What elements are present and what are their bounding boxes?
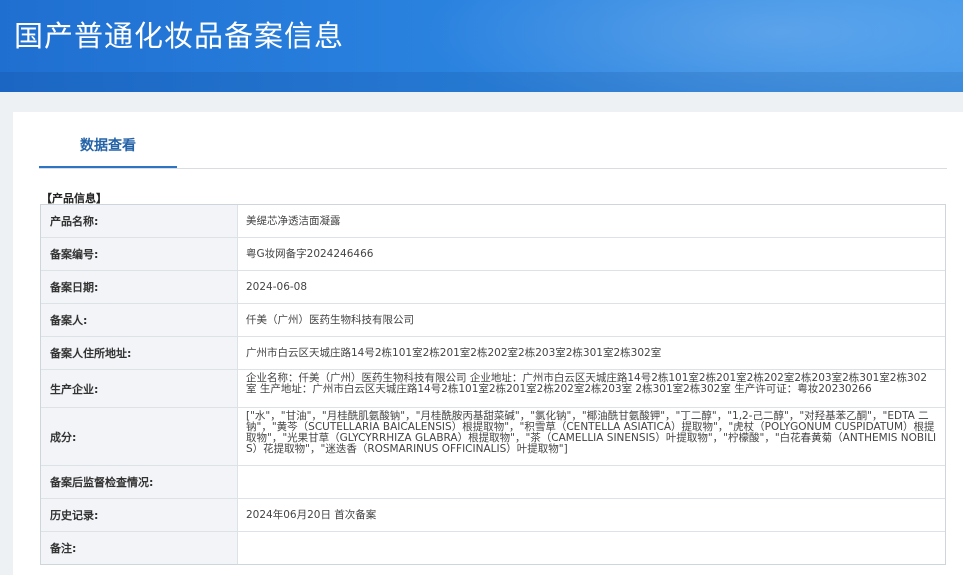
page-header: 国产普通化妆品备案信息 — [0, 0, 963, 92]
field-value-filing-date: 2024-06-08 — [246, 280, 308, 293]
field-value-history: 2024年06月20日 首次备案 — [246, 508, 377, 521]
table-row-filer: 备案人: 仟美（广州）医药生物科技有限公司 — [41, 304, 945, 337]
field-value-filer: 仟美（广州）医药生物科技有限公司 — [246, 313, 414, 326]
field-label: 备案人住所地址: — [41, 337, 238, 369]
tab-divider — [39, 168, 947, 169]
field-label: 备案编号: — [41, 238, 238, 270]
field-label: 生产企业: — [41, 370, 238, 407]
content-panel: 数据查看 【产品信息】 产品名称: 美缇芯净透洁面凝露 备案编号: 粤G妆网备字… — [13, 112, 963, 575]
field-value-filing-number: 粤G妆网备字2024246466 — [246, 247, 374, 260]
field-label: 备案人: — [41, 304, 238, 336]
field-value-ingredients: ["水"，"甘油"，"月桂酰肌氨酸钠"，"月桂酰胺丙基甜菜碱"，"氯化钠"，"椰… — [246, 410, 937, 455]
field-value-remarks — [238, 532, 945, 564]
table-row-manufacturer: 生产企业: 企业名称：仟美（广州）医药生物科技有限公司 企业地址：广州市白云区天… — [41, 370, 945, 408]
field-label: 备案日期: — [41, 271, 238, 303]
field-value-product-name: 美缇芯净透洁面凝露 — [246, 214, 341, 227]
table-row-history: 历史记录: 2024年06月20日 首次备案 — [41, 499, 945, 532]
table-row-filing-date: 备案日期: 2024-06-08 — [41, 271, 945, 304]
field-value-manufacturer: 企业名称：仟美（广州）医药生物科技有限公司 企业地址：广州市白云区天城庄路14号… — [246, 372, 928, 395]
table-row-filing-number: 备案编号: 粤G妆网备字2024246466 — [41, 238, 945, 271]
field-value-filer-address: 广州市白云区天城庄路14号2栋101室2栋201室2栋202室2栋203室2栋3… — [246, 346, 662, 359]
field-label: 备注: — [41, 532, 238, 564]
table-row-product-name: 产品名称: 美缇芯净透洁面凝露 — [41, 205, 945, 238]
field-label: 备案后监督检查情况: — [41, 466, 238, 498]
field-label: 历史记录: — [41, 499, 238, 531]
field-value-post-filing-inspection — [238, 466, 945, 498]
page-title: 国产普通化妆品备案信息 — [14, 19, 345, 53]
field-label: 产品名称: — [41, 205, 238, 237]
table-row-ingredients: 成分: ["水"，"甘油"，"月桂酰肌氨酸钠"，"月桂酰胺丙基甜菜碱"，"氯化钠… — [41, 408, 945, 466]
field-label: 成分: — [41, 408, 238, 465]
table-row-filer-address: 备案人住所地址: 广州市白云区天城庄路14号2栋101室2栋201室2栋202室… — [41, 337, 945, 370]
table-row-post-filing-inspection: 备案后监督检查情况: — [41, 466, 945, 499]
tab-data-view[interactable]: 数据查看 — [39, 125, 177, 169]
product-info-table: 产品名称: 美缇芯净透洁面凝露 备案编号: 粤G妆网备字2024246466 备… — [40, 204, 946, 565]
table-row-remarks: 备注: — [41, 532, 945, 564]
